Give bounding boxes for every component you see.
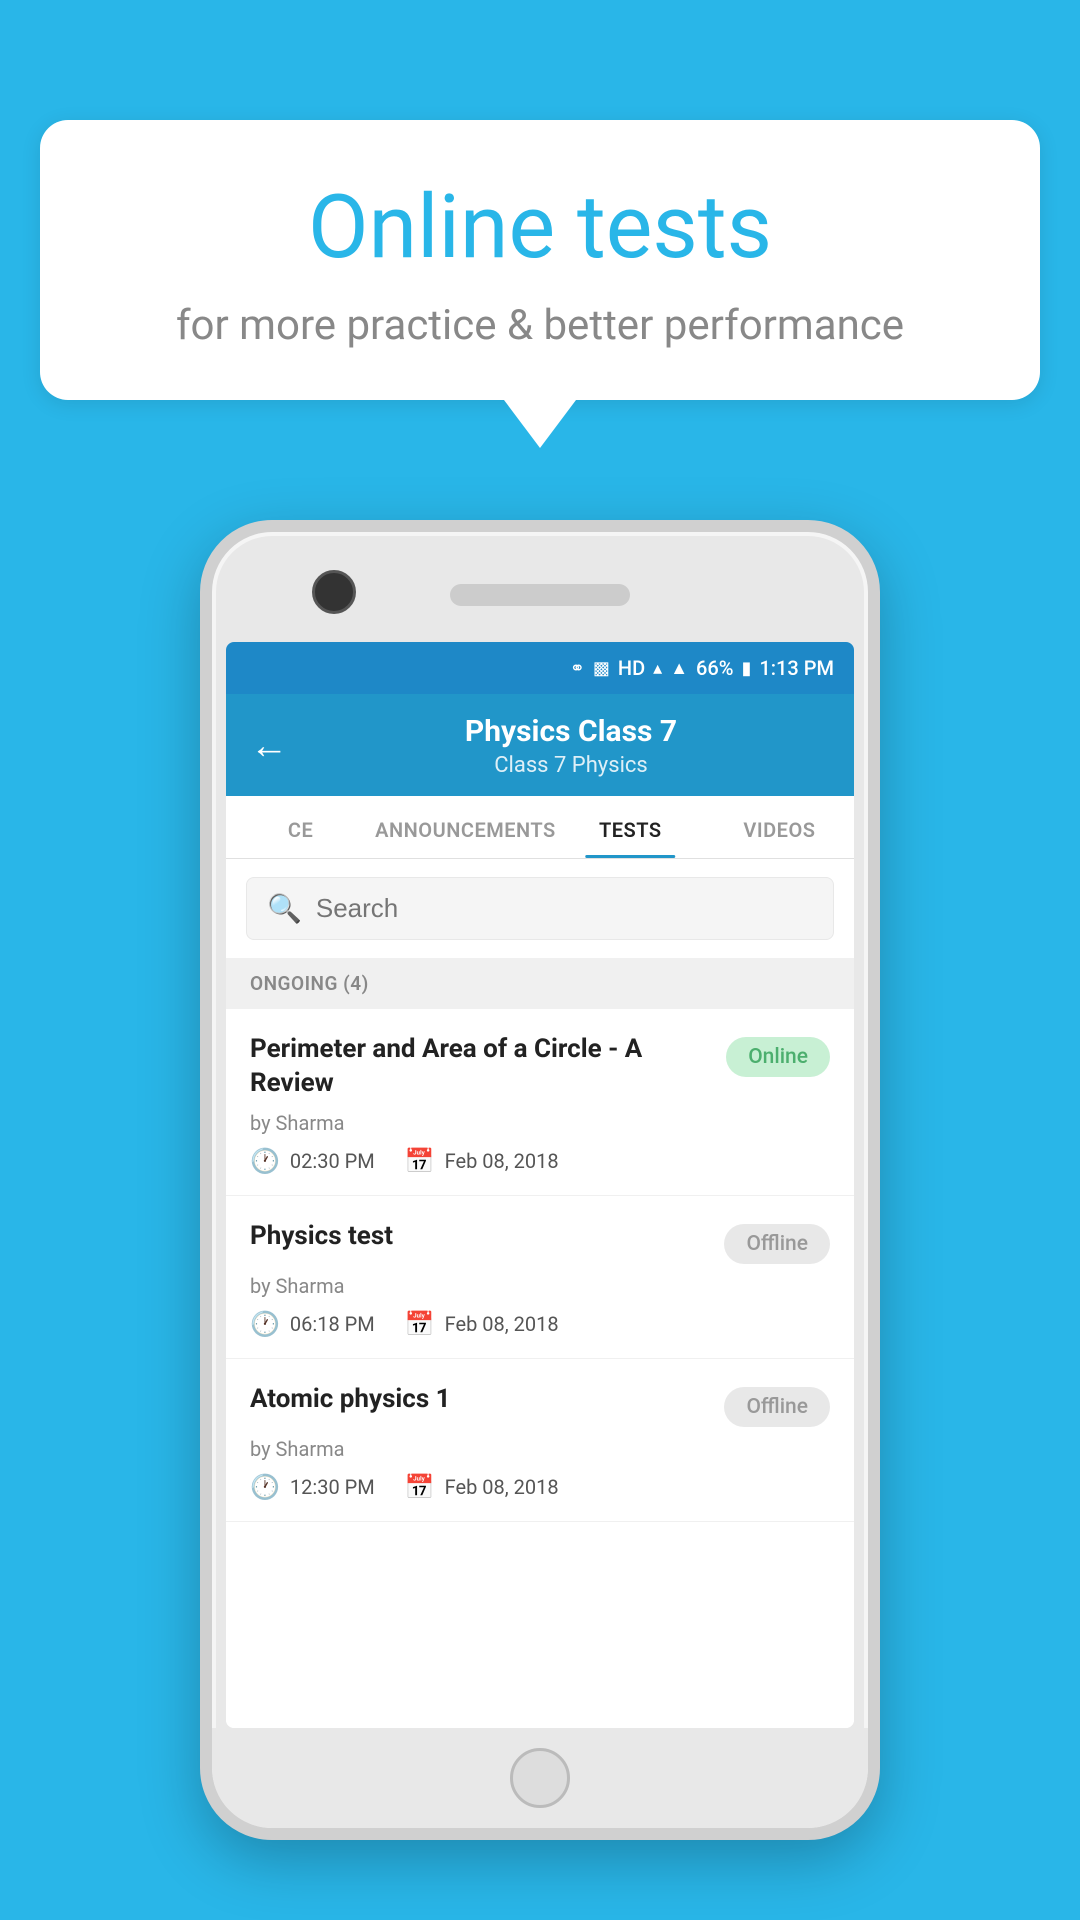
bluetooth-icon: ⚭	[570, 658, 585, 679]
phone-camera	[312, 570, 356, 614]
test-title: Perimeter and Area of a Circle - A Revie…	[250, 1033, 726, 1101]
date-meta: 📅 Feb 08, 2018	[405, 1473, 559, 1501]
test-author: by Sharma	[250, 1437, 830, 1461]
phone-wrapper: ⚭ ▩ HD ▴ ▲ 66% ▮ 1:13 PM ← Physics Class…	[60, 520, 1020, 1920]
vibrate-icon: ▩	[593, 658, 610, 679]
search-container: 🔍	[226, 859, 854, 958]
page-subtitle: Class 7 Physics	[494, 753, 648, 778]
clock-icon: 🕐	[250, 1473, 280, 1501]
test-title: Physics test	[250, 1220, 724, 1254]
phone-chin	[212, 1728, 868, 1828]
tabs-bar: CE ANNOUNCEMENTS TESTS VIDEOS	[226, 796, 854, 859]
time-display: 1:13 PM	[759, 656, 834, 680]
test-date: Feb 08, 2018	[445, 1312, 559, 1336]
page-title: Physics Class 7	[465, 714, 677, 749]
calendar-icon: 📅	[405, 1473, 435, 1501]
time-meta: 🕐 12:30 PM	[250, 1473, 375, 1501]
status-badge: Offline	[724, 1387, 830, 1427]
bubble-tail	[504, 400, 576, 448]
tab-announcements[interactable]: ANNOUNCEMENTS	[375, 796, 556, 858]
time-meta: 🕐 06:18 PM	[250, 1310, 375, 1338]
bubble-subtitle: for more practice & better performance	[100, 301, 980, 350]
signal-icon: ▲	[670, 658, 688, 679]
calendar-icon: 📅	[405, 1147, 435, 1175]
status-bar: ⚭ ▩ HD ▴ ▲ 66% ▮ 1:13 PM	[226, 642, 854, 694]
status-badge: Offline	[724, 1224, 830, 1264]
search-bar[interactable]: 🔍	[246, 877, 834, 940]
calendar-icon: 📅	[405, 1310, 435, 1338]
test-time: 02:30 PM	[290, 1149, 375, 1173]
test-date: Feb 08, 2018	[445, 1475, 559, 1499]
home-button[interactable]	[510, 1748, 570, 1808]
tab-tests[interactable]: TESTS	[556, 796, 705, 858]
status-bar-right: ⚭ ▩ HD ▴ ▲ 66% ▮ 1:13 PM	[570, 656, 834, 680]
header-title-block: Physics Class 7 Class 7 Physics	[312, 714, 830, 778]
test-time: 06:18 PM	[290, 1312, 375, 1336]
test-time: 12:30 PM	[290, 1475, 375, 1499]
test-item[interactable]: Perimeter and Area of a Circle - A Revie…	[226, 1009, 854, 1196]
test-item[interactable]: Physics test Offline by Sharma 🕐 06:18 P…	[226, 1196, 854, 1359]
test-item-header: Physics test Offline	[250, 1220, 830, 1264]
test-item-header: Perimeter and Area of a Circle - A Revie…	[250, 1033, 830, 1101]
test-title: Atomic physics 1	[250, 1383, 724, 1417]
status-badge: Online	[726, 1037, 830, 1077]
hd-badge: HD	[618, 656, 645, 680]
test-author: by Sharma	[250, 1111, 830, 1135]
test-list: Perimeter and Area of a Circle - A Revie…	[226, 1009, 854, 1728]
test-meta: 🕐 02:30 PM 📅 Feb 08, 2018	[250, 1147, 830, 1175]
test-author: by Sharma	[250, 1274, 830, 1298]
search-input[interactable]	[316, 893, 813, 924]
phone-screen: ⚭ ▩ HD ▴ ▲ 66% ▮ 1:13 PM ← Physics Class…	[226, 642, 854, 1728]
phone-device: ⚭ ▩ HD ▴ ▲ 66% ▮ 1:13 PM ← Physics Class…	[200, 520, 880, 1840]
bubble-title: Online tests	[100, 180, 980, 277]
test-date: Feb 08, 2018	[445, 1149, 559, 1173]
test-item[interactable]: Atomic physics 1 Offline by Sharma 🕐 12:…	[226, 1359, 854, 1522]
clock-icon: 🕐	[250, 1310, 280, 1338]
back-button[interactable]: ←	[250, 724, 288, 768]
test-item-header: Atomic physics 1 Offline	[250, 1383, 830, 1427]
test-meta: 🕐 12:30 PM 📅 Feb 08, 2018	[250, 1473, 830, 1501]
battery-percent: 66%	[696, 656, 733, 680]
test-meta: 🕐 06:18 PM 📅 Feb 08, 2018	[250, 1310, 830, 1338]
clock-icon: 🕐	[250, 1147, 280, 1175]
date-meta: 📅 Feb 08, 2018	[405, 1310, 559, 1338]
section-header-ongoing: ONGOING (4)	[226, 958, 854, 1009]
battery-icon: ▮	[741, 658, 751, 679]
search-icon: 🔍	[267, 892, 302, 925]
date-meta: 📅 Feb 08, 2018	[405, 1147, 559, 1175]
promo-bubble: Online tests for more practice & better …	[40, 120, 1040, 448]
app-header: ← Physics Class 7 Class 7 Physics	[226, 694, 854, 796]
time-meta: 🕐 02:30 PM	[250, 1147, 375, 1175]
tab-ce[interactable]: CE	[226, 796, 375, 858]
tab-videos[interactable]: VIDEOS	[705, 796, 854, 858]
phone-speaker	[450, 584, 630, 606]
speech-bubble: Online tests for more practice & better …	[40, 120, 1040, 400]
wifi-icon: ▴	[653, 658, 662, 679]
